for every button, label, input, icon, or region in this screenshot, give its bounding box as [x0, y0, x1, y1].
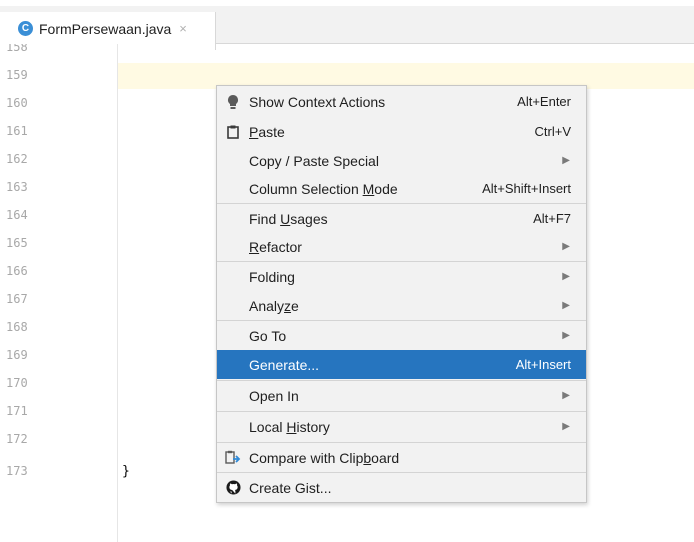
- menu-item-label: Find Usages: [249, 210, 328, 227]
- menu-item-label: Analyze: [249, 297, 299, 314]
- submenu-arrow-icon: ▶: [562, 300, 570, 311]
- menu-item-create-gist[interactable]: Create Gist...: [217, 473, 586, 502]
- submenu-arrow-icon: ▶: [562, 330, 570, 341]
- line-number: 169: [6, 348, 28, 362]
- menu-item-shortcut: Alt+F7: [533, 211, 571, 226]
- line-number: 166: [6, 264, 28, 278]
- line-number: 158: [6, 44, 28, 54]
- menu-item-label: Copy / Paste Special: [249, 152, 379, 169]
- menu-item-shortcut: Alt+Enter: [517, 94, 571, 109]
- line-number: 162: [6, 152, 28, 166]
- menu-item-label: Create Gist...: [249, 479, 332, 496]
- submenu-arrow-icon: ▶: [562, 155, 570, 166]
- menu-item-find-usages[interactable]: Find Usages Alt+F7: [217, 204, 586, 233]
- line-number: 161: [6, 124, 28, 138]
- submenu-arrow-icon: ▶: [562, 271, 570, 282]
- submenu-arrow-icon: ▶: [562, 390, 570, 401]
- menu-item-local-history[interactable]: Local History ▶: [217, 412, 586, 441]
- menu-item-open-in[interactable]: Open In ▶: [217, 381, 586, 410]
- menu-item-shortcut: Alt+Insert: [515, 357, 571, 372]
- line-number: 160: [6, 96, 28, 110]
- menu-item-folding[interactable]: Folding ▶: [217, 262, 586, 291]
- menu-item-label: Go To: [249, 327, 287, 344]
- submenu-arrow-icon: ▶: [562, 241, 570, 252]
- github-icon: [217, 480, 249, 495]
- menu-item-label: Column Selection Mode: [249, 180, 398, 197]
- menu-item-label: Refactor: [249, 238, 302, 255]
- menu-item-label: Local History: [249, 418, 330, 435]
- compare-clipboard-icon: [217, 450, 249, 466]
- menu-item-shortcut: Ctrl+V: [534, 124, 571, 139]
- menu-item-label: Compare with Clipboard: [249, 449, 400, 466]
- menu-item-label: Paste: [249, 123, 285, 140]
- menu-item-shortcut: Alt+Shift+Insert: [482, 181, 571, 196]
- menu-item-generate[interactable]: Generate... Alt+Insert: [217, 350, 586, 379]
- clipboard-icon: [217, 125, 249, 139]
- menu-item-analyze[interactable]: Analyze ▶: [217, 291, 586, 320]
- menu-item-compare-with-clipboard[interactable]: Compare with Clipboard: [217, 443, 586, 472]
- line-number-gutter: 158 159 160 161 162 163 164 165 166 167 …: [0, 44, 118, 542]
- menu-item-go-to[interactable]: Go To ▶: [217, 321, 586, 350]
- menu-item-refactor[interactable]: Refactor ▶: [217, 232, 586, 261]
- bulb-icon: [217, 94, 249, 110]
- menu-item-label: Open In: [249, 387, 299, 404]
- line-number: 168: [6, 320, 28, 334]
- line-number: 164: [6, 208, 28, 222]
- line-number: 165: [6, 236, 28, 250]
- line-number: 171: [6, 404, 28, 418]
- code-closing-brace: }: [122, 464, 130, 479]
- line-number: 159: [6, 68, 28, 82]
- context-menu: Show Context Actions Alt+Enter Paste Ctr…: [216, 85, 587, 503]
- menu-item-label: Show Context Actions: [249, 93, 386, 110]
- menu-item-column-selection-mode[interactable]: Column Selection Mode Alt+Shift+Insert: [217, 174, 586, 203]
- menu-item-label: Folding: [249, 268, 295, 285]
- line-number: 170: [6, 376, 28, 390]
- tab-label: FormPersewaan.java: [39, 21, 172, 37]
- java-class-icon: C: [18, 21, 33, 36]
- line-number: 163: [6, 180, 28, 194]
- line-number: 172: [6, 432, 28, 446]
- line-number: 173: [6, 464, 28, 478]
- menu-item-copy-paste-special[interactable]: Copy / Paste Special ▶: [217, 146, 586, 175]
- submenu-arrow-icon: ▶: [562, 421, 570, 432]
- menu-item-paste[interactable]: Paste Ctrl+V: [217, 117, 586, 146]
- menu-item-label: Generate...: [249, 356, 320, 373]
- line-number: 167: [6, 292, 28, 306]
- editor-tab-bar: C FormPersewaan.java ×: [0, 0, 694, 50]
- menu-item-show-context-actions[interactable]: Show Context Actions Alt+Enter: [217, 87, 586, 116]
- close-icon[interactable]: ×: [179, 21, 187, 36]
